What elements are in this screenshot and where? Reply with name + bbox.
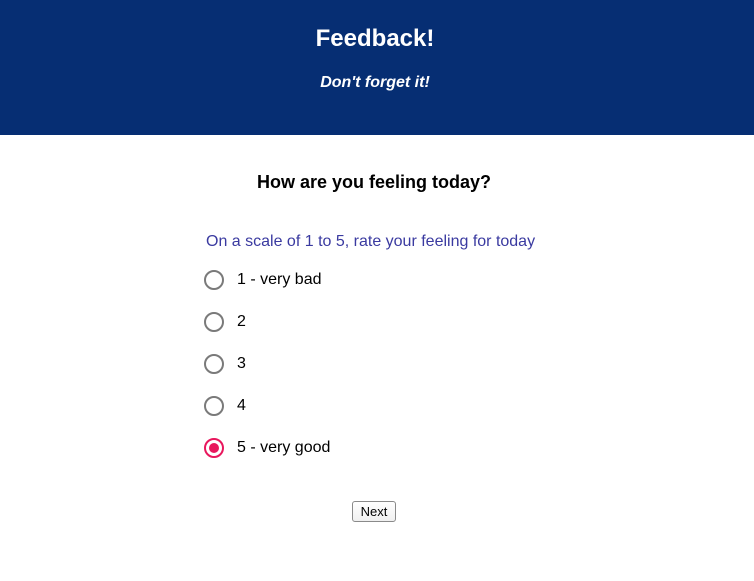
- rating-option-label: 5 - very good: [237, 439, 331, 456]
- radio-button[interactable]: [204, 396, 224, 416]
- rating-option-2[interactable]: 2: [204, 310, 246, 334]
- rating-option-4[interactable]: 4: [204, 394, 246, 418]
- rating-option-label: 4: [237, 397, 246, 414]
- rating-option-5[interactable]: 5 - very good: [204, 436, 330, 460]
- rating-option-1[interactable]: 1 - very bad: [204, 268, 321, 292]
- page-subtitle: Don't forget it!: [320, 74, 430, 91]
- rating-option-label: 1 - very bad: [237, 271, 322, 288]
- radio-button[interactable]: [204, 312, 224, 332]
- scale-instruction: On a scale of 1 to 5, rate your feeling …: [206, 233, 536, 250]
- radio-button-selected[interactable]: [204, 438, 224, 458]
- rating-option-3[interactable]: 3: [204, 352, 246, 376]
- header-banner: Feedback! Don't forget it!: [0, 0, 754, 135]
- next-button[interactable]: Next: [352, 501, 396, 522]
- rating-option-label: 2: [237, 313, 246, 330]
- radio-button[interactable]: [204, 354, 224, 374]
- page-title: Feedback!: [315, 25, 435, 52]
- question-title: How are you feeling today?: [256, 172, 492, 192]
- rating-option-label: 3: [237, 355, 246, 372]
- radio-button[interactable]: [204, 270, 224, 290]
